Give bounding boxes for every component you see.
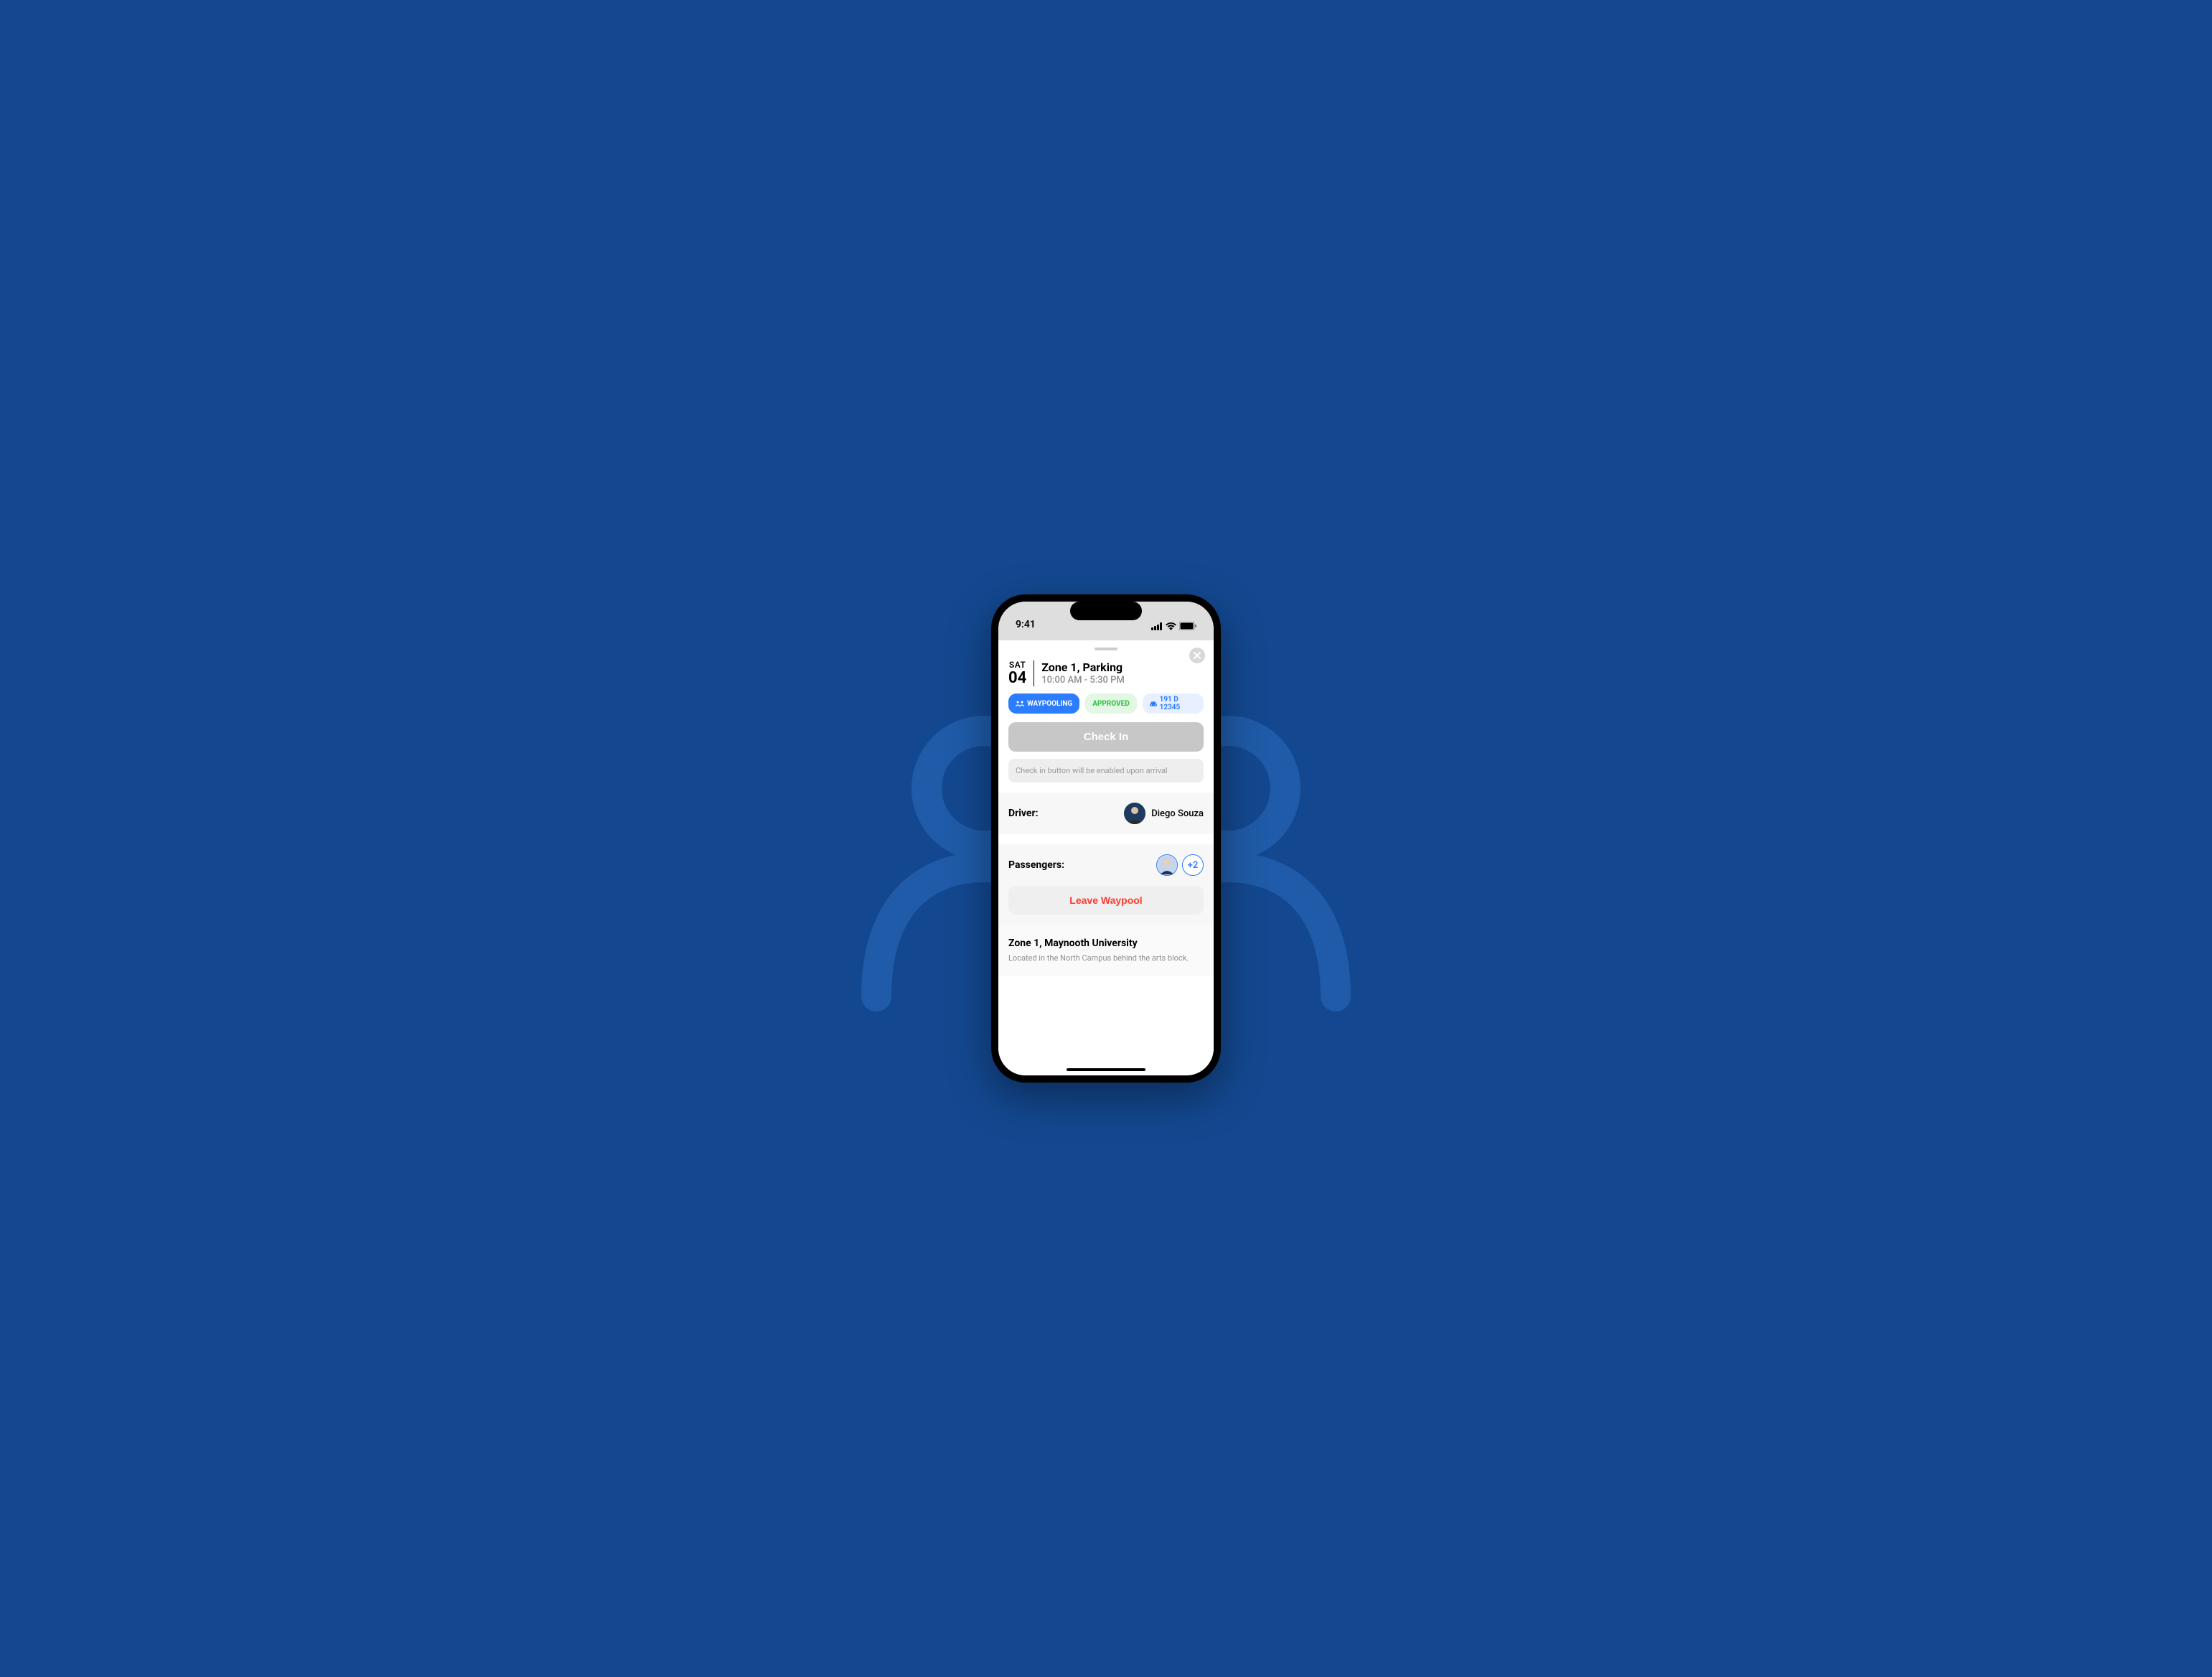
- passenger-more-count[interactable]: +2: [1182, 854, 1204, 876]
- plate-badge: 191 D 12345: [1143, 693, 1204, 714]
- person-icon: [1158, 856, 1176, 874]
- approved-badge-label: APPROVED: [1092, 700, 1129, 708]
- leave-waypool-button[interactable]: Leave Waypool: [1008, 886, 1204, 915]
- phone-frame: 9:41 SAT 04 Zone 1, Parking 10:00 AM -: [991, 594, 1221, 1083]
- passengers-panel: Passengers: +2 Leave Waypool: [998, 844, 1214, 925]
- waypooling-badge: WAYPOOLING: [1008, 693, 1079, 714]
- location-description: Located in the North Campus behind the a…: [1008, 953, 1204, 963]
- title-block: Zone 1, Parking 10:00 AM - 5:30 PM: [1041, 660, 1125, 686]
- person-icon: [1124, 803, 1145, 824]
- driver-label: Driver:: [1008, 808, 1039, 819]
- dynamic-island: [1070, 602, 1142, 620]
- plate-badge-label: 191 D 12345: [1160, 696, 1196, 711]
- close-icon: [1194, 652, 1201, 659]
- driver-info[interactable]: Diego Souza: [1124, 803, 1204, 824]
- sheet-backdrop: [998, 635, 1214, 640]
- battery-icon: [1179, 622, 1196, 630]
- driver-name: Diego Souza: [1151, 808, 1204, 819]
- home-indicator[interactable]: [1067, 1068, 1145, 1071]
- carpool-icon: [1016, 701, 1024, 706]
- checkin-hint: Check in button will be enabled upon arr…: [1008, 759, 1204, 783]
- driver-panel: Driver: Diego Souza: [998, 793, 1214, 834]
- badge-row: WAYPOOLING APPROVED 191 D 12345: [998, 693, 1214, 722]
- detail-sheet: SAT 04 Zone 1, Parking 10:00 AM - 5:30 P…: [998, 640, 1214, 1075]
- waypooling-badge-label: WAYPOOLING: [1027, 700, 1072, 708]
- passengers-label: Passengers:: [1008, 859, 1064, 871]
- location-title: Zone 1, Maynooth University: [1008, 938, 1204, 949]
- header-row: SAT 04 Zone 1, Parking 10:00 AM - 5:30 P…: [998, 656, 1214, 693]
- checkin-button[interactable]: Check In: [1008, 722, 1204, 752]
- status-icons: [1151, 622, 1196, 630]
- signal-icon: [1151, 622, 1163, 630]
- zone-title: Zone 1, Parking: [1041, 660, 1125, 675]
- wifi-icon: [1166, 622, 1176, 630]
- driver-avatar: [1124, 803, 1145, 824]
- passenger-avatars[interactable]: +2: [1156, 854, 1204, 876]
- car-icon: [1150, 701, 1157, 707]
- passenger-avatar: [1156, 854, 1178, 876]
- time-range: 10:00 AM - 5:30 PM: [1041, 675, 1125, 686]
- date-block: SAT 04: [1008, 660, 1034, 686]
- sheet-grabber[interactable]: [1095, 648, 1117, 650]
- date-dayofmonth: 04: [1008, 670, 1026, 686]
- phone-screen: 9:41 SAT 04 Zone 1, Parking 10:00 AM -: [998, 602, 1214, 1075]
- close-button[interactable]: [1189, 648, 1205, 663]
- date-dayofweek: SAT: [1008, 660, 1026, 670]
- checkin-section: Check In Check in button will be enabled…: [998, 722, 1214, 783]
- status-time: 9:41: [1016, 619, 1036, 630]
- location-block: Zone 1, Maynooth University Located in t…: [998, 925, 1214, 976]
- approved-badge: APPROVED: [1085, 693, 1136, 714]
